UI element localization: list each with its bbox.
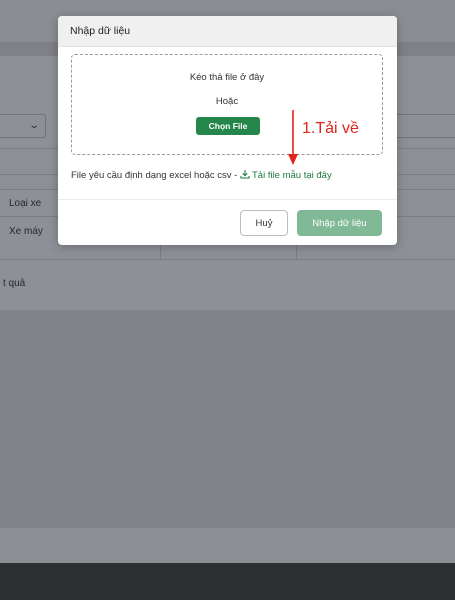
result-summary-text: t quả xyxy=(3,278,26,289)
dropzone-drag-hint: Kéo thả file ở đây xyxy=(189,72,265,83)
chevron-down-icon: ⌄ xyxy=(27,120,40,131)
cancel-button[interactable]: Huỷ xyxy=(240,210,288,236)
annotation-label: 1.Tải về xyxy=(302,120,359,137)
download-icon xyxy=(240,170,250,179)
choose-file-button[interactable]: Chọn File xyxy=(196,117,260,135)
arrow-down-icon xyxy=(288,110,298,165)
table-header-vehicle-type: Loại xe xyxy=(9,198,42,209)
table-row-bottom-border xyxy=(0,259,455,260)
table-cell-vehicle-type: Xe máy xyxy=(9,226,43,237)
file-requirement-line: File yêu cầu định dạng excel hoặc csv - … xyxy=(71,169,332,181)
file-dropzone[interactable]: Kéo thả file ở đây Hoặc Chọn File xyxy=(71,54,383,155)
modal-header: Nhập dữ liệu xyxy=(58,16,397,47)
background-footer-strip xyxy=(0,528,455,563)
table-column-divider xyxy=(160,245,161,260)
file-requirement-text: File yêu cầu định dạng excel hoặc csv - xyxy=(71,170,240,181)
background-filter-input xyxy=(395,114,455,138)
table-column-divider xyxy=(296,245,297,260)
modal-footer-divider xyxy=(58,199,397,200)
download-template-label: Tải file mẫu tại đây xyxy=(251,170,332,181)
dropzone-or-text: Hoặc xyxy=(215,96,239,107)
background-filter-select: ⌄ xyxy=(0,114,46,138)
background-footer-bar xyxy=(0,563,455,600)
import-data-button[interactable]: Nhập dữ liệu xyxy=(297,210,382,236)
download-template-link[interactable]: Tải file mẫu tại đây xyxy=(240,170,332,181)
background-lower-area xyxy=(0,310,455,528)
modal-title: Nhập dữ liệu xyxy=(70,25,131,37)
